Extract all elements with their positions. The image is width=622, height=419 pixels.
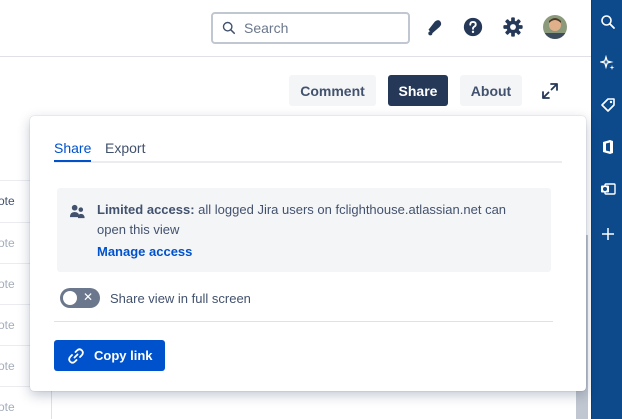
people-icon — [69, 204, 85, 219]
help-icon[interactable] — [462, 16, 484, 38]
search-icon[interactable] — [600, 14, 616, 30]
share-button[interactable]: Share — [388, 75, 448, 106]
tag-icon[interactable] — [600, 97, 616, 113]
sparkle-icon[interactable] — [600, 55, 616, 71]
manage-access-link[interactable]: Manage access — [97, 244, 192, 259]
share-tabs: Share Export — [54, 140, 562, 163]
share-popup: Share Export Limited access: all logged … — [30, 116, 586, 391]
avatar[interactable] — [543, 15, 567, 39]
top-navigation: Search — [0, 0, 591, 57]
close-icon: ✕ — [83, 290, 94, 304]
toggle-knob — [63, 291, 77, 305]
tab-export[interactable]: Export — [105, 140, 145, 156]
copy-link-label: Copy link — [94, 348, 153, 363]
outlook-icon[interactable] — [600, 181, 616, 197]
search-placeholder: Search — [244, 20, 289, 36]
access-title: Limited access: — [97, 202, 195, 217]
comment-button[interactable]: Comment — [289, 75, 376, 106]
divider — [54, 321, 553, 322]
link-icon — [68, 348, 84, 364]
fullscreen-toggle-label: Share view in full screen — [110, 291, 251, 306]
access-description: Limited access: all logged Jira users on… — [97, 200, 537, 240]
search-input[interactable]: Search — [211, 12, 410, 44]
tab-share[interactable]: Share — [54, 140, 92, 162]
office-icon[interactable] — [600, 139, 616, 155]
fullscreen-toggle[interactable]: ✕ — [60, 288, 100, 308]
search-icon — [222, 21, 236, 35]
copy-link-button[interactable]: Copy link — [54, 340, 165, 371]
notification-icon[interactable] — [423, 16, 445, 38]
expand-icon[interactable] — [541, 82, 559, 100]
add-icon[interactable] — [600, 226, 616, 242]
right-sidebar — [591, 0, 622, 419]
about-button[interactable]: About — [460, 75, 522, 106]
settings-icon[interactable] — [502, 16, 524, 38]
access-info-panel: Limited access: all logged Jira users on… — [57, 188, 551, 272]
